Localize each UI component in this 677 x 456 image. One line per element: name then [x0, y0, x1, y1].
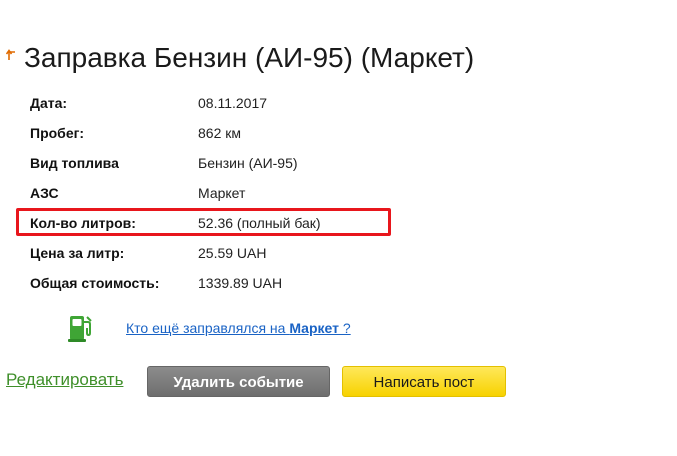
detail-value: Маркет: [198, 185, 246, 201]
edit-link[interactable]: Редактировать: [6, 370, 123, 390]
detail-value: 25.59 UAH: [198, 245, 267, 261]
up-left-arrow-icon[interactable]: [6, 49, 16, 61]
who-refueled-suffix: ?: [338, 320, 351, 336]
detail-label: АЗС: [30, 185, 59, 201]
write-post-button[interactable]: Написать пост: [342, 366, 506, 397]
detail-value: 1339.89 UAH: [198, 275, 283, 291]
detail-label: Дата:: [30, 95, 68, 111]
detail-label: Цена за литр:: [30, 245, 125, 261]
liters-highlight-box: [16, 208, 391, 236]
page-title: Заправка Бензин (АИ-95) (Маркет): [24, 42, 475, 73]
detail-label: Вид топлива: [30, 155, 119, 171]
who-refueled-station: Маркет: [289, 320, 339, 336]
detail-label: Общая стоимость:: [30, 275, 160, 291]
delete-event-button[interactable]: Удалить событие: [147, 366, 330, 397]
detail-label: Пробег:: [30, 125, 85, 141]
who-refueled-prefix: Кто ещё заправлялся на: [126, 320, 290, 336]
who-refueled-link[interactable]: Кто ещё заправлялся на Маркет ?: [126, 320, 351, 336]
detail-value: 08.11.2017: [198, 95, 268, 111]
fuel-pump-icon: [68, 316, 92, 342]
detail-value: Бензин (АИ-95): [198, 155, 298, 171]
detail-value: 862 км: [198, 125, 241, 141]
